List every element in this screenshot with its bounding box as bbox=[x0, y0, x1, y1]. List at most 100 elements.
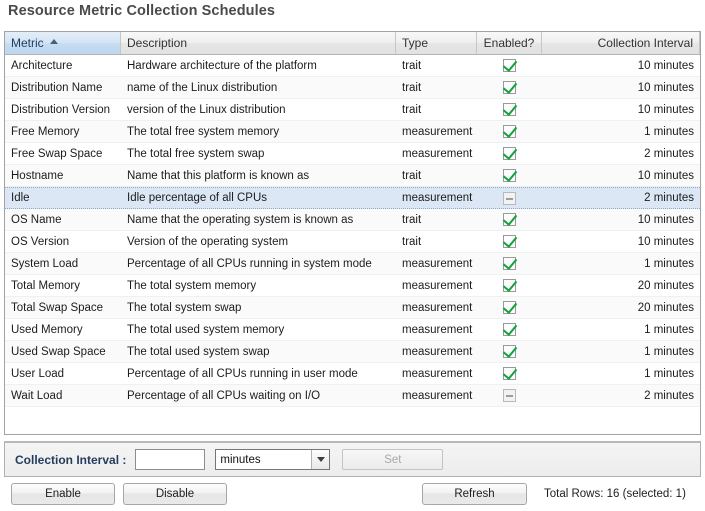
total-rows-status: Total Rows: 16 (selected: 1) bbox=[544, 488, 686, 500]
cell-enabled[interactable] bbox=[477, 319, 542, 340]
cell-type: measurement bbox=[402, 125, 473, 138]
cell-metric: Distribution Name bbox=[11, 81, 103, 94]
checkbox-checked-icon[interactable] bbox=[503, 125, 516, 138]
cell-type: trait bbox=[402, 235, 422, 248]
cell-metric: Total Memory bbox=[11, 279, 81, 292]
table-row[interactable]: Distribution Name name of the Linux distr… bbox=[5, 77, 700, 99]
grid-header-row: Metric Description Type Enabled? Collect… bbox=[5, 32, 700, 55]
cell-enabled[interactable] bbox=[477, 253, 542, 274]
cell-description: name of the Linux distribution bbox=[127, 81, 278, 94]
cell-type: measurement bbox=[402, 257, 473, 270]
column-header-description[interactable]: Description bbox=[121, 32, 396, 54]
table-row[interactable]: Hostname Name that this platform is known… bbox=[5, 165, 700, 187]
table-row[interactable]: Total Memory The total system memory measu… bbox=[5, 275, 700, 297]
cell-enabled[interactable] bbox=[477, 121, 542, 142]
checkbox-unchecked-icon[interactable] bbox=[503, 191, 516, 205]
table-row[interactable]: OS Version Version of the operating syste… bbox=[5, 231, 700, 253]
checkbox-checked-icon[interactable] bbox=[503, 169, 516, 182]
checkbox-unchecked-icon[interactable] bbox=[503, 389, 516, 402]
cell-description: Percentage of all CPUs waiting on I/O bbox=[127, 389, 321, 402]
cell-type: trait bbox=[402, 169, 422, 182]
cell-enabled[interactable] bbox=[477, 385, 542, 406]
metrics-grid-panel: Metric Description Type Enabled? Collect… bbox=[4, 31, 701, 435]
cell-enabled[interactable] bbox=[477, 231, 542, 252]
cell-description: Idle percentage of all CPUs bbox=[127, 192, 267, 204]
cell-spacer bbox=[700, 165, 701, 186]
cell-enabled[interactable] bbox=[477, 209, 542, 230]
collection-interval-input[interactable] bbox=[135, 449, 206, 470]
cell-type: trait bbox=[402, 59, 422, 72]
table-row[interactable]: System Load Percentage of all CPUs runnin… bbox=[5, 253, 700, 275]
table-row[interactable]: Used Swap Space The total used system swa… bbox=[5, 341, 700, 363]
checkbox-checked-icon[interactable] bbox=[503, 345, 516, 358]
column-header-metric[interactable]: Metric bbox=[5, 32, 121, 54]
cell-type: measurement bbox=[402, 192, 473, 204]
table-row[interactable]: User Load Percentage of all CPUs running … bbox=[5, 363, 700, 385]
table-row[interactable]: Free Swap Space The total free system swa… bbox=[5, 143, 700, 165]
cell-enabled[interactable] bbox=[477, 77, 542, 98]
checkbox-checked-icon[interactable] bbox=[503, 103, 516, 116]
chevron-down-icon[interactable] bbox=[311, 450, 330, 469]
checkbox-checked-icon[interactable] bbox=[503, 367, 516, 380]
cell-enabled[interactable] bbox=[477, 275, 542, 296]
resource-metric-schedules-page: Resource Metric Collection Schedules Met… bbox=[0, 0, 705, 511]
table-row[interactable]: Total Swap Space The total system swap mea… bbox=[5, 297, 700, 319]
cell-enabled[interactable] bbox=[477, 341, 542, 362]
checkbox-checked-icon[interactable] bbox=[503, 213, 516, 226]
column-header-collection-interval[interactable]: Collection Interval bbox=[542, 32, 700, 54]
checkbox-checked-icon[interactable] bbox=[503, 59, 516, 72]
column-header-enabled-label: Enabled? bbox=[483, 36, 535, 50]
column-header-type[interactable]: Type bbox=[396, 32, 477, 54]
column-header-enabled[interactable]: Enabled? bbox=[477, 32, 542, 54]
cell-metric: OS Version bbox=[11, 235, 70, 248]
cell-collection-interval: 2 minutes bbox=[644, 389, 694, 402]
cell-enabled[interactable] bbox=[477, 297, 542, 318]
cell-spacer bbox=[700, 341, 701, 362]
table-row[interactable]: Architecture Hardware architecture of the… bbox=[5, 55, 700, 77]
cell-metric: Distribution Version bbox=[11, 103, 111, 116]
cell-enabled[interactable] bbox=[477, 55, 542, 76]
cell-spacer bbox=[700, 297, 701, 318]
cell-collection-interval: 1 minutes bbox=[644, 323, 694, 336]
enable-button[interactable]: Enable bbox=[11, 483, 115, 505]
cell-enabled[interactable] bbox=[477, 143, 542, 164]
cell-spacer bbox=[700, 188, 701, 208]
checkbox-checked-icon[interactable] bbox=[503, 81, 516, 94]
cell-enabled[interactable] bbox=[477, 165, 542, 186]
checkbox-checked-icon[interactable] bbox=[503, 257, 516, 270]
cell-collection-interval: 10 minutes bbox=[637, 213, 694, 226]
cell-spacer bbox=[700, 275, 701, 296]
cell-enabled[interactable] bbox=[477, 99, 542, 120]
set-button[interactable]: Set bbox=[342, 449, 444, 470]
cell-collection-interval: 10 minutes bbox=[637, 235, 694, 248]
cell-metric: Hostname bbox=[11, 169, 64, 182]
cell-metric: Architecture bbox=[11, 59, 73, 72]
cell-description: Name that this platform is known as bbox=[127, 169, 310, 182]
table-row[interactable]: Free Memory The total free system memory m… bbox=[5, 121, 700, 143]
cell-description: The total system memory bbox=[127, 279, 257, 292]
collection-interval-unit-select[interactable]: minutes bbox=[215, 449, 331, 470]
cell-enabled[interactable] bbox=[477, 363, 542, 384]
cell-enabled[interactable] bbox=[477, 188, 542, 208]
cell-metric: Free Memory bbox=[11, 125, 80, 138]
checkbox-checked-icon[interactable] bbox=[503, 323, 516, 336]
table-row[interactable]: Wait Load Percentage of all CPUs waiting … bbox=[5, 385, 700, 407]
cell-type: measurement bbox=[402, 345, 473, 358]
cell-description: The total free system memory bbox=[127, 125, 280, 138]
column-header-collection-interval-label: Collection Interval bbox=[597, 36, 693, 50]
cell-collection-interval: 1 minutes bbox=[644, 257, 694, 270]
checkbox-checked-icon[interactable] bbox=[503, 235, 516, 248]
checkbox-checked-icon[interactable] bbox=[503, 301, 516, 314]
cell-description: Hardware architecture of the platform bbox=[127, 59, 317, 72]
table-row[interactable]: Used Memory The total used system memory m… bbox=[5, 319, 700, 341]
cell-description: version of the Linux distribution bbox=[127, 103, 286, 116]
checkbox-checked-icon[interactable] bbox=[503, 279, 516, 292]
column-header-type-label: Type bbox=[402, 36, 429, 50]
table-row[interactable]: Distribution Version version of the Linux… bbox=[5, 99, 700, 121]
refresh-button[interactable]: Refresh bbox=[422, 483, 527, 505]
table-row[interactable]: Idle Idle percentage of all CPUs measureme… bbox=[5, 187, 700, 209]
checkbox-checked-icon[interactable] bbox=[503, 147, 516, 160]
cell-description: Percentage of all CPUs running in user m… bbox=[127, 367, 358, 380]
table-row[interactable]: OS Name Name that the operating system is… bbox=[5, 209, 700, 231]
disable-button[interactable]: Disable bbox=[123, 483, 227, 505]
